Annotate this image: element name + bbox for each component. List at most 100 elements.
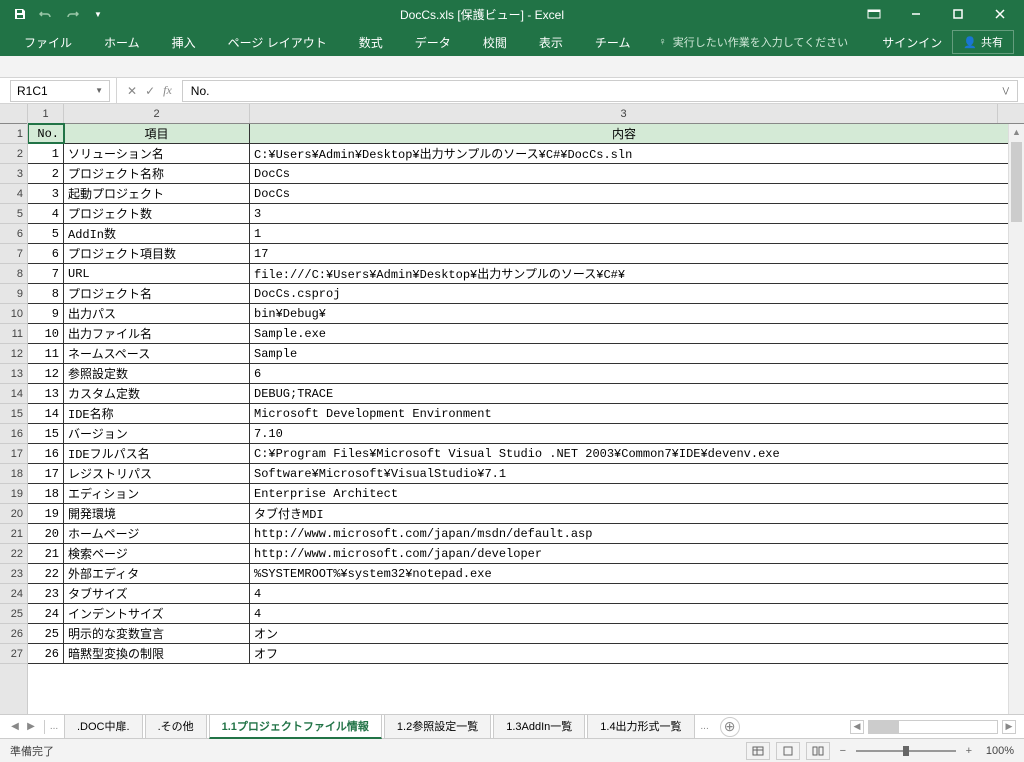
cell[interactable]: URL xyxy=(64,264,250,283)
minimize-button[interactable] xyxy=(896,0,936,28)
hscroll-left[interactable]: ◀ xyxy=(850,720,864,734)
cell[interactable]: 暗黙型変換の制限 xyxy=(64,644,250,663)
cell[interactable]: 3 xyxy=(250,204,998,223)
cell[interactable]: タブサイズ xyxy=(64,584,250,603)
cell[interactable]: 17 xyxy=(250,244,998,263)
scroll-thumb[interactable] xyxy=(1011,142,1022,222)
cell[interactable]: Software¥Microsoft¥VisualStudio¥7.1 xyxy=(250,464,998,483)
row-header[interactable]: 23 xyxy=(0,564,27,584)
hscroll-track[interactable] xyxy=(868,720,998,734)
cell[interactable]: レジストリパス xyxy=(64,464,250,483)
cell[interactable]: 17 xyxy=(28,464,64,483)
cell[interactable]: bin¥Debug¥ xyxy=(250,304,998,323)
zoom-percent[interactable]: 100% xyxy=(982,745,1014,757)
cell[interactable]: プロジェクト項目数 xyxy=(64,244,250,263)
cell[interactable]: オフ xyxy=(250,644,998,663)
cell[interactable]: インデントサイズ xyxy=(64,604,250,623)
tell-me-search[interactable]: ♀ 実行したい作業を入力してください xyxy=(658,34,848,50)
cell[interactable]: 外部エディタ xyxy=(64,564,250,583)
zoom-track[interactable] xyxy=(856,750,956,752)
sign-in-link[interactable]: サインイン xyxy=(882,34,942,51)
cell[interactable]: 26 xyxy=(28,644,64,663)
cell[interactable]: C:¥Users¥Admin¥Desktop¥出力サンプルのソース¥C#¥Doc… xyxy=(250,144,998,163)
cell[interactable]: 23 xyxy=(28,584,64,603)
header-cell[interactable]: 項目 xyxy=(64,124,250,143)
vertical-scrollbar[interactable]: ▲ xyxy=(1008,124,1024,714)
maximize-button[interactable] xyxy=(938,0,978,28)
zoom-out-button[interactable]: − xyxy=(836,744,850,758)
cell[interactable]: 8 xyxy=(28,284,64,303)
tab-view[interactable]: 表示 xyxy=(525,29,577,56)
cell[interactable]: IDE名称 xyxy=(64,404,250,423)
cell[interactable]: DocCs xyxy=(250,164,998,183)
row-header[interactable]: 5 xyxy=(0,204,27,224)
cell[interactable]: 6 xyxy=(250,364,998,383)
cell[interactable]: http://www.microsoft.com/japan/msdn/defa… xyxy=(250,524,998,543)
row-header[interactable]: 14 xyxy=(0,384,27,404)
cell[interactable]: タブ付きMDI xyxy=(250,504,998,523)
header-cell[interactable]: 内容 xyxy=(250,124,998,143)
header-cell[interactable]: No. xyxy=(28,124,64,143)
row-header[interactable]: 12 xyxy=(0,344,27,364)
tab-nav-more-right[interactable]: ... xyxy=(698,720,712,734)
qat-customize-icon[interactable]: ▼ xyxy=(86,2,110,26)
cell[interactable]: プロジェクト名 xyxy=(64,284,250,303)
cell[interactable]: 1 xyxy=(28,144,64,163)
scroll-up-button[interactable]: ▲ xyxy=(1009,124,1024,140)
cell[interactable]: Sample.exe xyxy=(250,324,998,343)
cell[interactable]: 10 xyxy=(28,324,64,343)
zoom-thumb[interactable] xyxy=(903,746,909,756)
cell[interactable]: DocCs xyxy=(250,184,998,203)
cell[interactable]: 1 xyxy=(250,224,998,243)
cell[interactable]: 11 xyxy=(28,344,64,363)
cell[interactable]: カスタム定数 xyxy=(64,384,250,403)
row-header[interactable]: 15 xyxy=(0,404,27,424)
save-button[interactable] xyxy=(8,2,32,26)
row-header[interactable]: 7 xyxy=(0,244,27,264)
row-header[interactable]: 16 xyxy=(0,424,27,444)
cell[interactable]: 7 xyxy=(28,264,64,283)
tab-nav-next[interactable]: ▶ xyxy=(24,720,38,734)
cell[interactable]: Microsoft Development Environment xyxy=(250,404,998,423)
cell[interactable]: 5 xyxy=(28,224,64,243)
row-header[interactable]: 4 xyxy=(0,184,27,204)
row-header[interactable]: 27 xyxy=(0,644,27,664)
sheet-tab[interactable]: 1.3AddIn一覧 xyxy=(493,715,585,739)
row-header[interactable]: 8 xyxy=(0,264,27,284)
ribbon-display-button[interactable] xyxy=(854,0,894,28)
cell[interactable]: 16 xyxy=(28,444,64,463)
cell[interactable]: プロジェクト数 xyxy=(64,204,250,223)
row-header[interactable]: 1 xyxy=(0,124,27,144)
cell[interactable]: 21 xyxy=(28,544,64,563)
cell[interactable]: Sample xyxy=(250,344,998,363)
hscroll-thumb[interactable] xyxy=(869,721,899,733)
cell[interactable]: DEBUG;TRACE xyxy=(250,384,998,403)
cell[interactable]: 15 xyxy=(28,424,64,443)
row-header[interactable]: 26 xyxy=(0,624,27,644)
cell[interactable]: 7.10 xyxy=(250,424,998,443)
tab-home[interactable]: ホーム xyxy=(90,29,154,56)
cell[interactable]: Enterprise Architect xyxy=(250,484,998,503)
cell[interactable]: 20 xyxy=(28,524,64,543)
page-layout-view-button[interactable] xyxy=(776,742,800,760)
redo-button[interactable] xyxy=(60,2,84,26)
cell[interactable]: ソリューション名 xyxy=(64,144,250,163)
row-header[interactable]: 24 xyxy=(0,584,27,604)
cell[interactable]: 出力ファイル名 xyxy=(64,324,250,343)
page-break-view-button[interactable] xyxy=(806,742,830,760)
cell[interactable]: %SYSTEMROOT%¥system32¥notepad.exe xyxy=(250,564,998,583)
select-all-corner[interactable] xyxy=(0,104,27,124)
cell[interactable]: 3 xyxy=(28,184,64,203)
cell[interactable]: 4 xyxy=(250,584,998,603)
row-header[interactable]: 19 xyxy=(0,484,27,504)
tab-review[interactable]: 校閲 xyxy=(469,29,521,56)
name-box[interactable]: R1C1 ▼ xyxy=(10,80,110,102)
cell[interactable]: 24 xyxy=(28,604,64,623)
cell[interactable]: 4 xyxy=(28,204,64,223)
col-header[interactable]: 3 xyxy=(250,104,998,123)
sheet-tab[interactable]: 1.4出力形式一覧 xyxy=(587,715,694,739)
enter-formula-button[interactable]: ✓ xyxy=(145,84,155,98)
cell[interactable]: ホームページ xyxy=(64,524,250,543)
expand-formula-icon[interactable]: ⋁ xyxy=(1002,86,1009,95)
cell[interactable]: オン xyxy=(250,624,998,643)
